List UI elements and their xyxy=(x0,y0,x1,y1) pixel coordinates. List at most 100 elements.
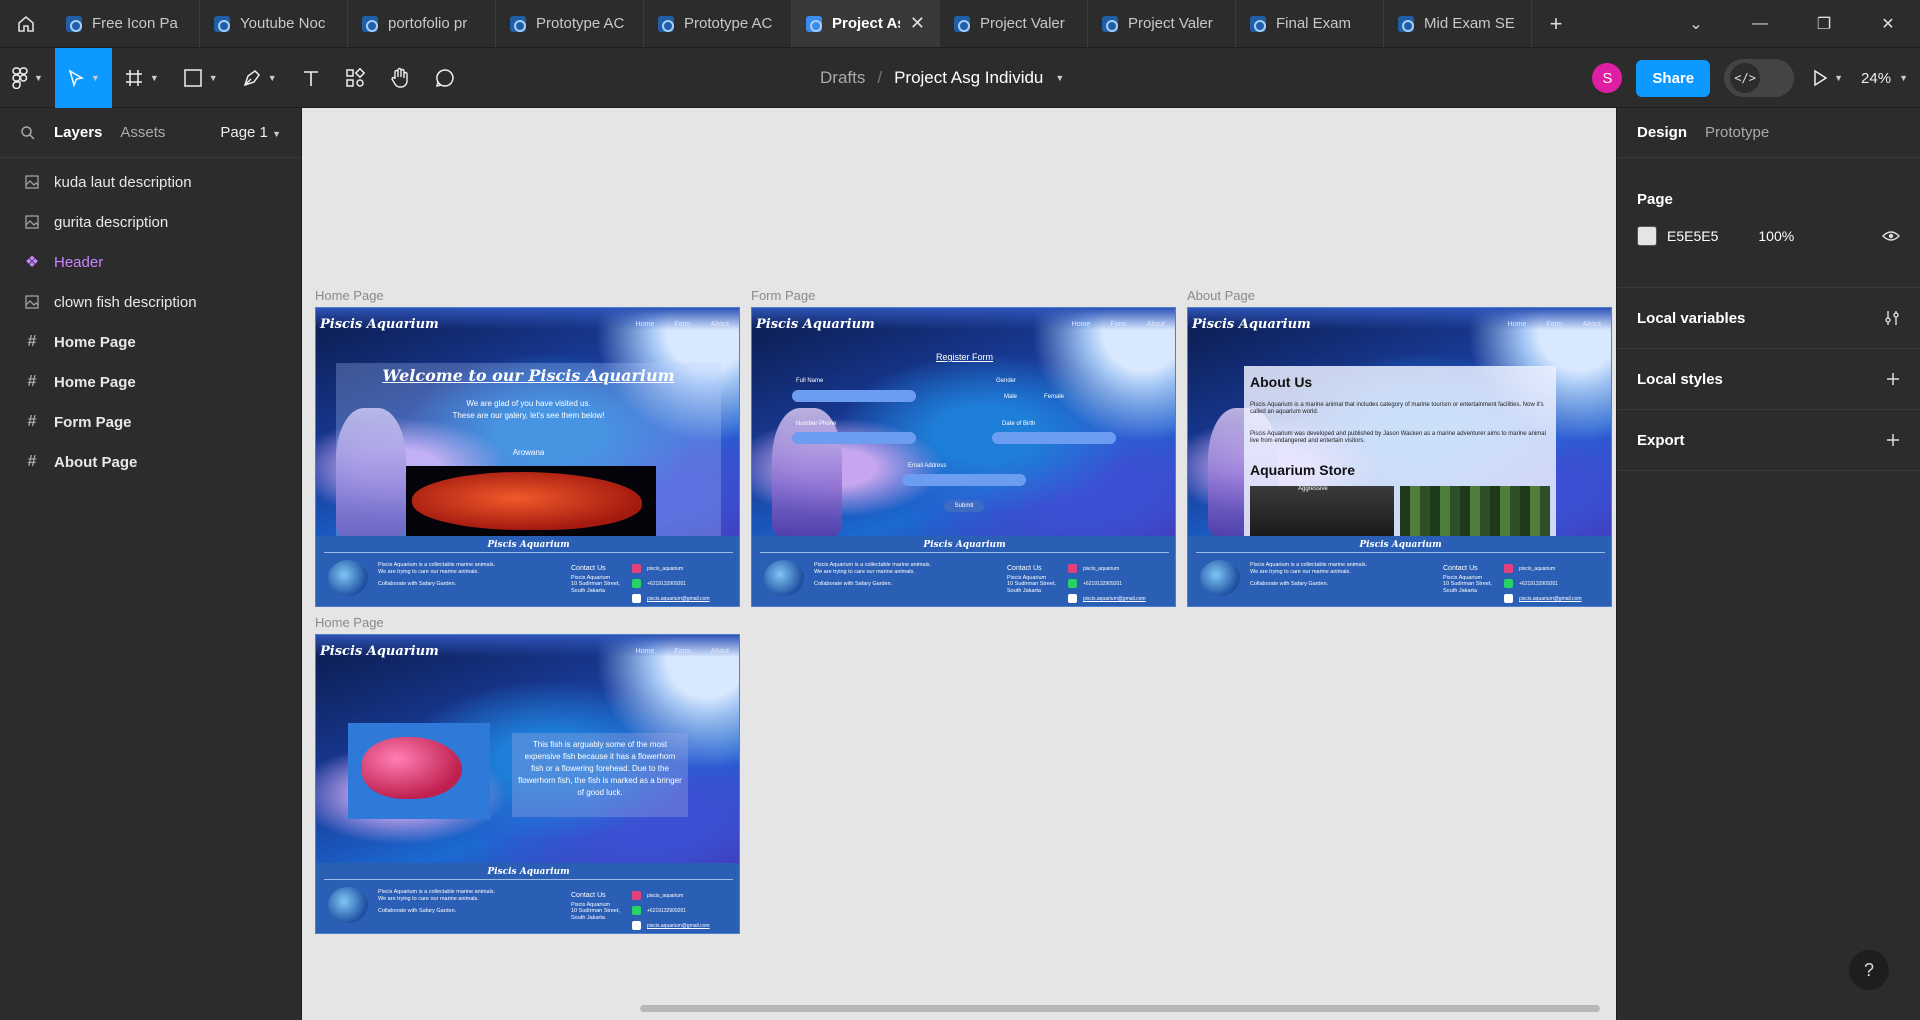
browser-tab[interactable]: Project Valer xyxy=(940,0,1088,47)
code-icon: </> xyxy=(1730,63,1761,93)
frame-home-page[interactable]: Welcome to our Piscis Aquarium We are gl… xyxy=(315,307,740,607)
local-styles-section: Local styles xyxy=(1617,349,1920,410)
chevron-down-icon[interactable]: ▼ xyxy=(1055,73,1064,83)
eye-icon[interactable] xyxy=(1882,230,1900,242)
frame-form-page[interactable]: Register Form Full Name Gender Male Fema… xyxy=(751,307,1176,607)
browser-tab[interactable]: Final Exam xyxy=(1236,0,1384,47)
page-color-swatch[interactable] xyxy=(1637,226,1657,246)
resources-tool[interactable] xyxy=(333,48,377,108)
move-tool[interactable]: ▼ xyxy=(54,47,112,108)
pen-tool[interactable]: ▼ xyxy=(230,48,289,108)
zoom-menu[interactable]: 24% ▼ xyxy=(1861,70,1908,87)
layer-item[interactable]: # Home Page xyxy=(0,322,301,362)
nav-form: Form xyxy=(674,321,691,328)
gmail-icon xyxy=(1504,594,1513,604)
page-opacity-value[interactable]: 100% xyxy=(1758,228,1794,244)
fish-caption: Arowana xyxy=(512,448,545,457)
phone-number: +6219132909201 xyxy=(1519,581,1559,587)
tab-prototype[interactable]: Prototype xyxy=(1705,124,1769,141)
layer-item[interactable]: gurita description xyxy=(0,202,301,242)
frame-label-home-page[interactable]: Home Page xyxy=(315,288,384,303)
search-icon[interactable] xyxy=(20,125,36,141)
home-button[interactable] xyxy=(0,0,52,47)
tab-design[interactable]: Design xyxy=(1637,124,1687,141)
gmail-icon xyxy=(632,594,641,604)
layer-item[interactable]: ❖ Header xyxy=(0,242,301,282)
frame-tool[interactable]: ▼ xyxy=(112,48,171,108)
user-avatar[interactable]: S xyxy=(1592,63,1623,93)
text-tool[interactable] xyxy=(289,48,333,108)
comment-tool[interactable] xyxy=(423,48,467,108)
figma-file-icon xyxy=(658,15,674,32)
layer-item[interactable]: clown fish description xyxy=(0,282,301,322)
present-button[interactable]: ▼ xyxy=(1808,48,1847,108)
store-image-1: Aggressive xyxy=(1250,486,1394,536)
hand-tool[interactable] xyxy=(377,48,423,108)
footer-social: piscis_aquarium +6219132909201 piscis.aqua… xyxy=(632,562,710,606)
dev-mode-toggle[interactable]: </> xyxy=(1724,59,1795,97)
restore-button[interactable]: ❐ xyxy=(1792,0,1856,47)
figma-file-icon xyxy=(214,15,230,32)
figma-file-icon xyxy=(1102,15,1118,32)
canvas-horizontal-scrollbar[interactable] xyxy=(640,1005,1600,1012)
design-canvas[interactable]: Home Page Welcome to our Piscis Aquarium… xyxy=(302,108,1616,1020)
site-footer: Piscis Aquarium Piscis Aquarium is a col… xyxy=(316,536,739,606)
close-window-button[interactable]: ✕ xyxy=(1856,0,1920,47)
shape-tool[interactable]: ▼ xyxy=(171,48,230,108)
layer-item[interactable]: kuda laut description xyxy=(0,162,301,202)
nav-form: Form xyxy=(674,648,691,655)
browser-tab[interactable]: Youtube Noc xyxy=(200,0,348,47)
browser-tab[interactable]: Project As ✕ xyxy=(792,0,940,47)
hero-background: About Us Piscis Aquarium is a marine ani… xyxy=(1188,308,1611,536)
share-button[interactable]: Share xyxy=(1636,59,1711,97)
browser-tab[interactable]: portofolio pr xyxy=(348,0,496,47)
contact-line-2: 10 Sudirman Street, xyxy=(1443,581,1492,587)
add-export-icon[interactable] xyxy=(1886,433,1900,447)
breadcrumb-drafts[interactable]: Drafts xyxy=(820,68,865,88)
contact-title: Contact Us xyxy=(571,892,606,899)
tab-layers[interactable]: Layers xyxy=(54,124,102,141)
frame-about-page[interactable]: About Us Piscis Aquarium is a marine ani… xyxy=(1187,307,1612,607)
footer-title: Piscis Aquarium xyxy=(923,540,1006,550)
frame-label-form-page[interactable]: Form Page xyxy=(751,288,815,303)
contact-title: Contact Us xyxy=(1443,565,1478,572)
layer-item[interactable]: # About Page xyxy=(0,442,301,482)
frame-icon: # xyxy=(27,333,37,350)
page-color-value[interactable]: E5E5E5 xyxy=(1667,228,1718,244)
footer-contact: Contact Us Piscis Aquarium 10 Sudirman Str… xyxy=(571,565,620,594)
arowana-image xyxy=(406,466,656,536)
tab-label: Free Icon Pa xyxy=(92,15,178,32)
browser-tab[interactable]: Free Icon Pa xyxy=(52,0,200,47)
variables-adjust-icon[interactable] xyxy=(1884,310,1900,326)
input-full-name xyxy=(792,390,916,402)
input-date-of-birth xyxy=(992,432,1116,444)
tab-list-dropdown-icon[interactable]: ⌄ xyxy=(1664,0,1728,47)
layer-item[interactable]: # Home Page xyxy=(0,362,301,402)
file-name[interactable]: Project Asg Individu xyxy=(894,68,1043,88)
site-brand: Piscis Aquarium xyxy=(320,317,439,332)
tab-assets[interactable]: Assets xyxy=(120,124,165,141)
browser-tab[interactable]: Project Valer xyxy=(1088,0,1236,47)
local-styles-heading: Local styles xyxy=(1637,370,1723,388)
instagram-handle: piscis_aquarium xyxy=(1083,566,1120,572)
help-button[interactable]: ? xyxy=(1849,950,1889,990)
email-address: piscis.aquarium@gmail.com xyxy=(647,923,710,929)
page-selector[interactable]: Page 1 ▼ xyxy=(220,124,281,141)
frame-label-about-page[interactable]: About Page xyxy=(1187,288,1255,303)
layer-item[interactable]: # Form Page xyxy=(0,402,301,442)
contact-line-2: 10 Sudirman Street, xyxy=(571,908,620,914)
footer-text: Piscis Aquarium is a collectable marine … xyxy=(378,889,558,915)
new-tab-button[interactable]: + xyxy=(1532,0,1580,47)
image-icon xyxy=(24,294,40,310)
minimize-button[interactable]: — xyxy=(1728,0,1792,47)
main-menu-button[interactable]: ▼ xyxy=(0,48,55,108)
instagram-handle: piscis_aquarium xyxy=(647,893,684,899)
browser-tab[interactable]: Prototype AC xyxy=(496,0,644,47)
add-style-icon[interactable] xyxy=(1886,372,1900,386)
contact-title: Contact Us xyxy=(1007,565,1042,572)
browser-tab[interactable]: Prototype AC xyxy=(644,0,792,47)
frame-label-home-page-2[interactable]: Home Page xyxy=(315,615,384,630)
close-tab-icon[interactable]: ✕ xyxy=(910,13,925,34)
browser-tab[interactable]: Mid Exam SE xyxy=(1384,0,1532,47)
frame-home-page-2[interactable]: This fish is arguably some of the most e… xyxy=(315,634,740,934)
